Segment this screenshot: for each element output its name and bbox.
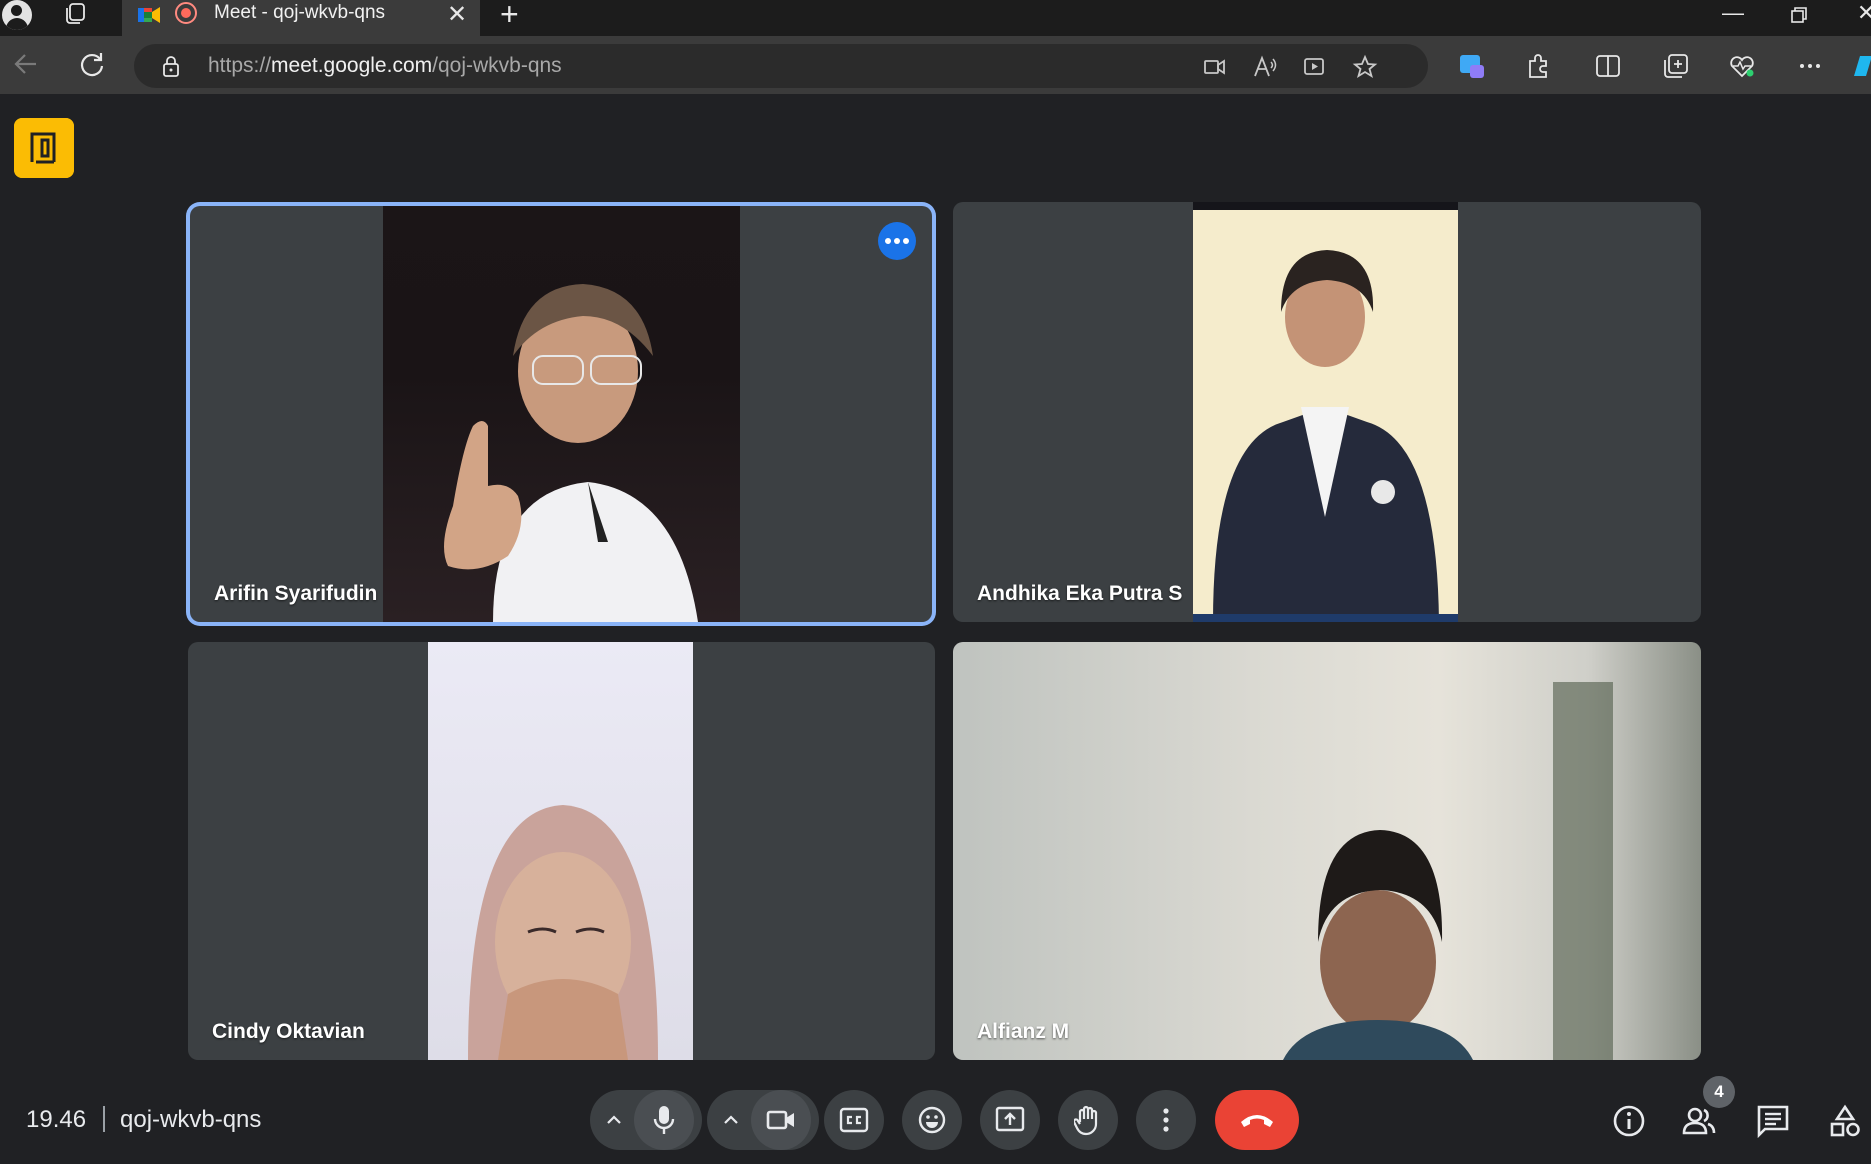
present-button[interactable] bbox=[980, 1090, 1040, 1150]
browser-toolbar: https://meet.google.com/qoj-wkvb-qns bbox=[0, 36, 1871, 94]
reload-icon[interactable] bbox=[78, 50, 106, 78]
info-icon[interactable] bbox=[1612, 1104, 1646, 1138]
profile-avatar-icon[interactable] bbox=[2, 0, 32, 30]
participant-tile[interactable]: Cindy Oktavian bbox=[188, 642, 935, 1060]
participant-video bbox=[383, 206, 740, 622]
browser-tab-strip: Meet - qoj-wkvb-qns ✕ + — ✕ bbox=[0, 0, 1871, 36]
captions-button[interactable] bbox=[824, 1090, 884, 1150]
participant-name: Cindy Oktavian bbox=[212, 1020, 365, 1043]
new-tab-icon[interactable]: + bbox=[500, 0, 519, 33]
present-screen-icon bbox=[995, 1106, 1025, 1132]
emoji-icon bbox=[918, 1106, 946, 1134]
divider bbox=[103, 1106, 105, 1132]
audio-options-chevron-icon[interactable] bbox=[604, 1110, 624, 1130]
raise-hand-button[interactable] bbox=[1058, 1090, 1118, 1150]
people-icon[interactable] bbox=[1682, 1104, 1716, 1138]
collections-icon[interactable] bbox=[1662, 52, 1690, 80]
sidebar-copilot-icon[interactable] bbox=[1850, 52, 1871, 80]
browser-tab-meet[interactable]: Meet - qoj-wkvb-qns ✕ bbox=[122, 0, 480, 36]
meet-stage: Arifin Syarifudin Andhika Eka Putra S Ci… bbox=[0, 94, 1871, 1164]
participant-tile[interactable]: Andhika Eka Putra S bbox=[953, 202, 1701, 622]
extensions-icon[interactable] bbox=[1524, 52, 1552, 80]
participant-count-badge: 4 bbox=[1703, 1076, 1735, 1108]
settings-more-icon[interactable] bbox=[1796, 52, 1824, 80]
participant-name: Alfianz M bbox=[977, 1020, 1070, 1043]
recording-indicator-icon bbox=[175, 2, 197, 24]
reactions-button[interactable] bbox=[902, 1090, 962, 1150]
activities-icon[interactable] bbox=[1828, 1104, 1862, 1138]
camera-icon bbox=[766, 1110, 794, 1130]
more-options-button[interactable] bbox=[1136, 1090, 1196, 1150]
raise-hand-icon bbox=[1074, 1105, 1098, 1136]
video-controls bbox=[707, 1090, 819, 1150]
url-path: /qoj-wkvb-qns bbox=[432, 54, 562, 77]
camera-button[interactable] bbox=[751, 1090, 811, 1150]
split-screen-icon[interactable] bbox=[1594, 52, 1622, 80]
more-vert-icon bbox=[1163, 1108, 1169, 1132]
more-dot bbox=[903, 238, 909, 244]
url-scheme: https:// bbox=[208, 54, 272, 77]
back-icon[interactable] bbox=[12, 50, 40, 78]
chat-icon[interactable] bbox=[1756, 1104, 1790, 1138]
copilot-icon[interactable] bbox=[1458, 52, 1486, 80]
participant-name: Arifin Syarifudin bbox=[214, 582, 378, 605]
restore-icon[interactable] bbox=[1790, 6, 1808, 24]
immersive-reader-icon[interactable] bbox=[1302, 54, 1328, 80]
url-text[interactable]: https://meet.google.com/qoj-wkvb-qns bbox=[208, 54, 562, 78]
audio-controls bbox=[590, 1090, 702, 1150]
meeting-code: qoj-wkvb-qns bbox=[120, 1106, 262, 1133]
tab-title: Meet - qoj-wkvb-qns bbox=[214, 2, 386, 23]
more-dot bbox=[894, 238, 900, 244]
video-options-chevron-icon[interactable] bbox=[721, 1110, 741, 1130]
url-host: meet.google.com bbox=[271, 54, 433, 77]
more-dot bbox=[885, 238, 891, 244]
favorite-star-icon[interactable] bbox=[1352, 54, 1378, 80]
participant-tile[interactable]: Arifin Syarifudin bbox=[190, 206, 932, 622]
participant-video bbox=[1193, 202, 1458, 622]
captions-icon bbox=[839, 1107, 869, 1133]
lock-icon[interactable] bbox=[162, 55, 180, 77]
host-controls-icon[interactable] bbox=[14, 118, 74, 178]
participant-video bbox=[953, 642, 1701, 1060]
hangup-icon bbox=[1241, 1115, 1273, 1127]
address-bar[interactable]: https://meet.google.com/qoj-wkvb-qns bbox=[134, 44, 1428, 88]
participant-name: Andhika Eka Putra S bbox=[977, 582, 1183, 605]
participant-video bbox=[428, 642, 693, 1060]
workspaces-icon[interactable] bbox=[64, 2, 88, 26]
meeting-controls-bar: 19.46 qoj-wkvb-qns 4 bbox=[0, 1076, 1871, 1164]
read-aloud-icon[interactable] bbox=[1252, 54, 1278, 80]
browser-essentials-icon[interactable] bbox=[1728, 52, 1756, 80]
leave-call-button[interactable] bbox=[1215, 1090, 1299, 1150]
camera-permission-icon[interactable] bbox=[1202, 54, 1228, 80]
microphone-button[interactable] bbox=[634, 1090, 694, 1150]
close-window-icon[interactable]: ✕ bbox=[1857, 0, 1871, 26]
microphone-icon bbox=[653, 1106, 675, 1134]
meeting-time: 19.46 bbox=[26, 1106, 87, 1133]
tile-options-button[interactable] bbox=[878, 222, 916, 260]
participant-tile[interactable]: Alfianz M bbox=[953, 642, 1701, 1060]
google-meet-favicon-icon bbox=[138, 7, 160, 23]
minimize-icon[interactable]: — bbox=[1722, 0, 1744, 26]
tab-close-icon[interactable]: ✕ bbox=[447, 0, 467, 29]
